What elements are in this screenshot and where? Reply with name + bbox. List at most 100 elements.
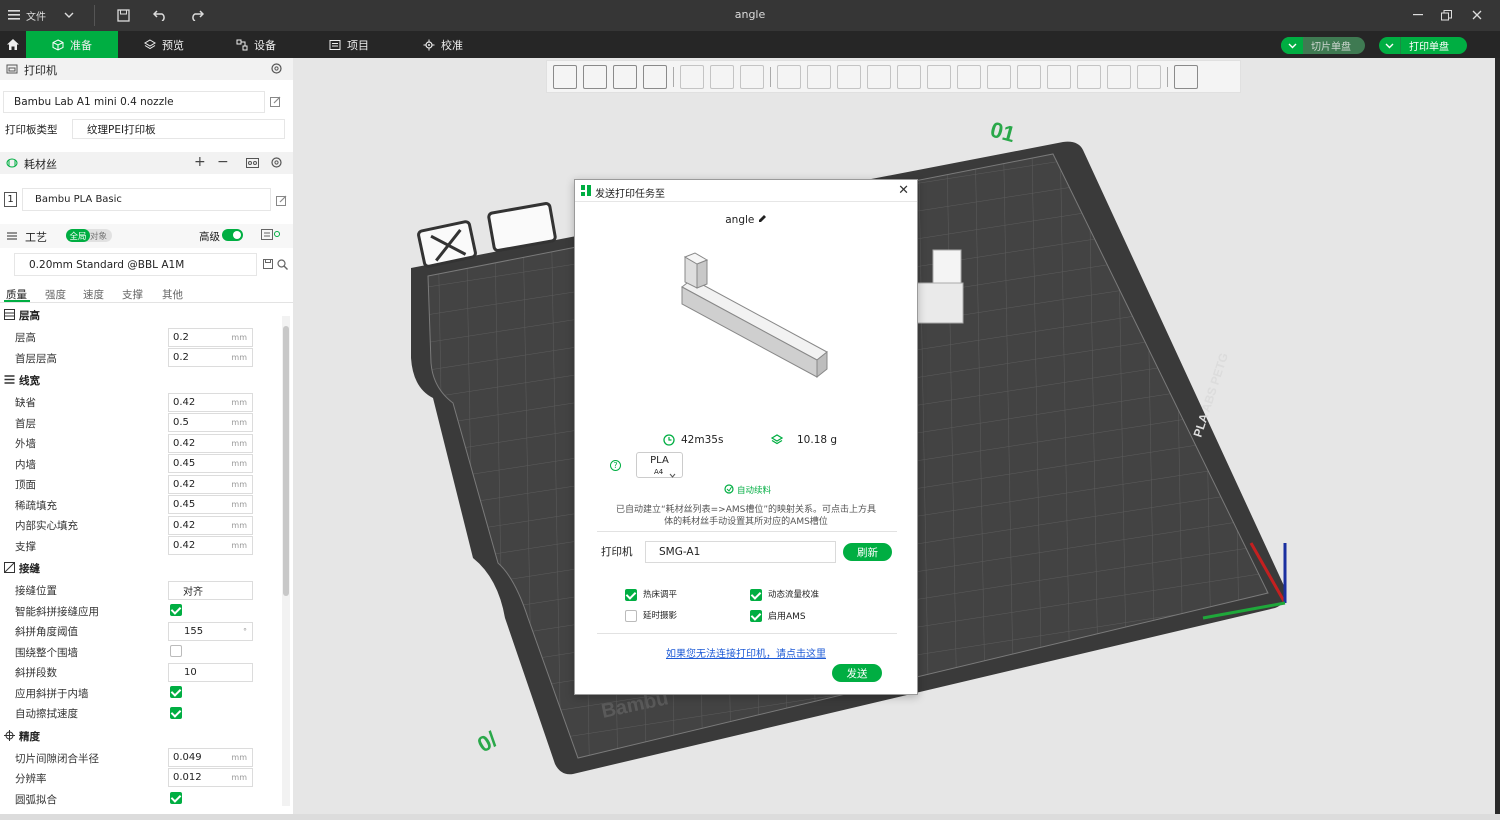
smart-scarf-checkbox[interactable] <box>170 604 182 616</box>
tab-preview[interactable]: 预览 <box>132 31 212 58</box>
chevron-down-icon[interactable] <box>1281 37 1303 54</box>
close-icon[interactable]: ✕ <box>898 183 909 198</box>
tab-project[interactable]: 项目 <box>317 31 397 58</box>
auto-wipe-checkbox[interactable] <box>170 707 182 719</box>
scarf-angle-label: 斜拼角度阈值 <box>15 626 78 638</box>
assembly-icon[interactable] <box>1107 64 1131 89</box>
remove-icon[interactable]: − <box>217 154 229 170</box>
cant-connect-link[interactable]: 如果您无法连接打印机，请点击这里 <box>575 645 917 660</box>
arc-fit-checkbox[interactable] <box>170 792 182 804</box>
add-icon[interactable]: + <box>194 154 206 170</box>
split-objects-icon[interactable] <box>680 64 704 89</box>
layer-height-input[interactable]: 0.2 mm <box>168 328 253 347</box>
resolution-input[interactable]: 0.012 mm <box>168 768 253 787</box>
scrollbar-thumb[interactable] <box>283 326 289 596</box>
filament-select[interactable]: Bambu PLA Basic <box>22 188 271 211</box>
tab-prepare[interactable]: 准备 <box>26 31 118 58</box>
send-button[interactable]: 发送 <box>832 664 882 682</box>
color-paint-icon[interactable] <box>1047 64 1071 89</box>
lw-inner-input[interactable]: 0.45 mm <box>168 454 253 473</box>
boolean-icon[interactable] <box>927 64 951 89</box>
lw-sparse-input[interactable]: 0.45 mm <box>168 495 253 514</box>
flow-calibration-checkbox[interactable] <box>750 589 762 601</box>
measure-icon[interactable] <box>1077 64 1101 89</box>
seam-position-select[interactable]: 对齐 <box>168 581 253 600</box>
auto-orient-icon[interactable] <box>613 64 637 89</box>
tab-speed[interactable]: 速度 <box>83 287 104 302</box>
printer-select[interactable]: Bambu Lab A1 mini 0.4 nozzle <box>3 91 265 113</box>
print-plate-button[interactable]: 打印单盘 <box>1379 37 1467 54</box>
global-object-toggle[interactable]: 全局 对象 <box>66 229 112 242</box>
lw-default-label: 缺省 <box>15 397 36 409</box>
cut-icon[interactable] <box>897 64 921 89</box>
auto-refill-label[interactable]: 自动续料 <box>737 484 771 496</box>
add-object-icon[interactable] <box>553 64 577 89</box>
plate-type-select[interactable]: 纹理PEI打印板 <box>72 119 285 139</box>
settings-scrollbar[interactable] <box>282 316 290 806</box>
timelapse-checkbox[interactable] <box>625 610 637 622</box>
bottom-bar <box>0 814 1500 820</box>
advanced-toggle[interactable] <box>222 229 243 241</box>
toggle-global[interactable]: 全局 <box>66 229 90 242</box>
printer-select[interactable]: SMG-A1 <box>645 541 836 563</box>
split-parts-icon[interactable] <box>710 64 734 89</box>
chevron-down-icon[interactable] <box>1379 37 1401 54</box>
arrange-icon[interactable] <box>643 64 667 89</box>
gap-close-input[interactable]: 0.049 mm <box>168 748 253 767</box>
gear-icon[interactable] <box>270 62 283 78</box>
compare-icon[interactable] <box>261 229 281 244</box>
fit-view-icon[interactable] <box>1137 64 1161 89</box>
print-plate-label: 打印单盘 <box>1409 42 1449 53</box>
ams-icon[interactable] <box>246 157 259 172</box>
tab-other[interactable]: 其他 <box>162 287 183 302</box>
refresh-button[interactable]: 刷新 <box>843 543 892 561</box>
rotate-icon[interactable] <box>807 64 831 89</box>
save-icon[interactable] <box>263 259 273 272</box>
dialog-title: 发送打印任务至 <box>595 189 665 200</box>
tab-calibrate[interactable]: 校准 <box>411 31 491 58</box>
tab-strength[interactable]: 强度 <box>45 287 66 302</box>
tab-support[interactable]: 支撑 <box>122 287 143 302</box>
process-profile-select[interactable]: 0.20mm Standard @BBL A1M <box>14 253 257 276</box>
around-wall-checkbox[interactable] <box>170 645 182 657</box>
lw-outer-input[interactable]: 0.42 mm <box>168 434 253 453</box>
filament-slot-number[interactable]: 1 <box>4 192 17 207</box>
first-layer-height-input[interactable]: 0.2 mm <box>168 348 253 367</box>
home-icon[interactable] <box>0 31 26 58</box>
lw-default-input[interactable]: 0.42 mm <box>168 393 253 412</box>
scarf-angle-input[interactable]: 155 ° <box>168 622 253 641</box>
gear-icon[interactable] <box>270 156 283 172</box>
edit-icon[interactable] <box>276 195 287 209</box>
unit-label: mm <box>231 480 247 489</box>
search-icon[interactable] <box>277 259 288 273</box>
filament-mapping-slot[interactable]: PLA A4 <box>636 452 683 478</box>
text-shape-icon[interactable] <box>1017 64 1041 89</box>
edit-icon[interactable] <box>270 96 281 110</box>
tab-device[interactable]: 设备 <box>224 31 304 58</box>
pencil-icon[interactable] <box>758 214 767 226</box>
help-icon[interactable]: ? <box>610 460 621 471</box>
layer-editing-icon[interactable] <box>740 64 764 89</box>
lw-support-input[interactable]: 0.42 mm <box>168 536 253 555</box>
toggle-object[interactable]: 对象 <box>90 230 107 242</box>
lw-first-input[interactable]: 0.5 mm <box>168 413 253 432</box>
minimize-icon[interactable] <box>1411 6 1425 24</box>
scale-icon[interactable] <box>837 64 861 89</box>
lw-solid-input[interactable]: 0.42 mm <box>168 516 253 535</box>
restore-icon[interactable] <box>1439 6 1453 24</box>
add-plate-icon[interactable] <box>583 64 607 89</box>
group-layer-height-label: 层高 <box>19 310 40 322</box>
bed-leveling-checkbox[interactable] <box>625 589 637 601</box>
lw-top-input[interactable]: 0.42 mm <box>168 475 253 494</box>
use-ams-checkbox[interactable] <box>750 610 762 622</box>
move-icon[interactable] <box>777 64 801 89</box>
scarf-inner-checkbox[interactable] <box>170 686 182 698</box>
close-icon[interactable] <box>1470 6 1484 24</box>
seam-paint-icon[interactable] <box>987 64 1011 89</box>
gap-close-value: 0.049 <box>173 752 202 763</box>
assembly-view-icon[interactable] <box>1174 64 1198 89</box>
lay-on-face-icon[interactable] <box>867 64 891 89</box>
support-paint-icon[interactable] <box>957 64 981 89</box>
scarf-steps-input[interactable]: 10 <box>168 663 253 682</box>
slice-plate-button[interactable]: 切片单盘 <box>1281 37 1365 54</box>
